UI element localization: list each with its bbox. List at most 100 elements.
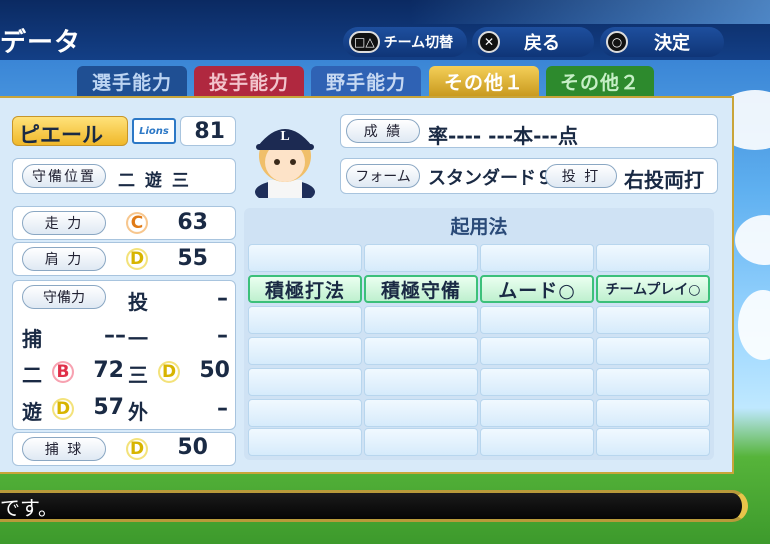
tab-label: その他２ — [559, 71, 640, 94]
skill-name: 積極守備 — [380, 279, 461, 302]
tab-other-1[interactable]: その他１ — [429, 66, 539, 96]
svg-text:L: L — [280, 129, 289, 144]
tab-bar: ◀L 選手能力 投手能力 野手能力 その他１ その他２ R▶ — [0, 66, 770, 158]
skill-slot-empty — [596, 368, 710, 396]
team-logo: Lions — [132, 118, 176, 144]
skill-slot-empty — [596, 428, 710, 456]
record-label: 成 績 — [346, 119, 420, 143]
skill-slot-empty — [480, 399, 594, 427]
fielding-grade-short: D — [52, 398, 74, 420]
skill-slot-empty — [596, 306, 710, 334]
fielding-pos-outfield: 外 — [128, 400, 148, 424]
positions-value: 二 遊 三 — [118, 171, 191, 191]
back-label: 戻る — [524, 33, 560, 54]
change-team-label: チーム切替 — [383, 35, 454, 51]
skill-slot-empty — [248, 337, 362, 365]
skill-slot-empty — [364, 428, 478, 456]
fielding-grade-third: D — [158, 361, 180, 383]
skill-slot-active[interactable]: 積極守備 — [364, 275, 478, 303]
skill-slot-empty — [364, 244, 478, 272]
skill-slot-empty — [596, 399, 710, 427]
skill-slot-empty — [364, 399, 478, 427]
fielding-label: 守備力 — [22, 285, 106, 309]
confirm-label: 決定 — [654, 33, 690, 54]
fielding-value-catcher: –– — [104, 323, 126, 348]
tab-fielder-stats[interactable]: 野手能力 — [311, 66, 421, 96]
skill-slot-empty — [480, 244, 594, 272]
tab-label: 投手能力 — [208, 71, 289, 94]
lions-logo-icon: Lions — [139, 125, 169, 137]
throw-bat-value: 右投両打 — [624, 168, 704, 192]
skill-slot-empty — [248, 368, 362, 396]
uniform-number: 81 — [194, 119, 225, 144]
record-value: 率---- ---本---点 — [428, 124, 578, 148]
fielding-grade-second: B — [52, 361, 74, 383]
skill-slot-empty — [480, 428, 594, 456]
skill-name: ムード○ — [498, 279, 576, 302]
square-triangle-icon: □△ — [349, 31, 380, 53]
fielding-value-second: 72 — [93, 358, 124, 383]
confirm-button[interactable]: ○ 決定 — [600, 27, 724, 57]
fielding-pos-catcher: 捕 — [22, 327, 42, 351]
tab-pitcher-stats[interactable]: 投手能力 — [194, 66, 304, 96]
catching-label: 捕 球 — [22, 437, 106, 461]
fielding-pos-short: 遊 — [22, 400, 42, 424]
tab-label: その他１ — [443, 71, 524, 94]
tab-label: 選手能力 — [91, 71, 172, 94]
cross-icon: ✕ — [478, 31, 500, 53]
back-button[interactable]: ✕ 戻る — [472, 27, 594, 57]
fielding-pos-first: 一 — [128, 327, 148, 351]
tab-other-2[interactable]: その他２ — [546, 66, 654, 96]
fielding-pos-pitcher: 投 — [128, 290, 148, 314]
top-bar-highlight — [410, 0, 770, 24]
skills-panel: 起用法 積極打法 積極守備 ムード○ チームプレイ○ — [244, 208, 714, 460]
throw-bat-label: 投 打 — [545, 164, 617, 188]
form-label: フォーム — [346, 164, 420, 188]
skill-slot-empty — [364, 306, 478, 334]
speed-label: 走 力 — [22, 211, 106, 235]
circle-icon: ○ — [606, 31, 628, 53]
tab-batter-stats[interactable]: 選手能力 — [77, 66, 187, 96]
arm-grade: D — [126, 248, 148, 270]
skill-slot-empty — [364, 368, 478, 396]
skill-slot-active[interactable]: チームプレイ○ — [596, 275, 710, 303]
skill-slot-empty — [248, 306, 362, 334]
player-name-box: ピエール — [12, 116, 128, 147]
fielding-value-first: – — [217, 323, 228, 348]
message-text: です。 — [0, 495, 58, 520]
change-team-button[interactable]: □△ チーム切替 — [343, 27, 467, 57]
screen-title: データ — [0, 28, 82, 58]
skill-slot-empty — [480, 337, 594, 365]
uniform-number-box: 81 — [180, 116, 236, 146]
skill-slot-active[interactable]: 積極打法 — [248, 275, 362, 303]
catching-grade: D — [126, 438, 148, 460]
skill-slot-empty — [248, 244, 362, 272]
fielding-value-third: 50 — [199, 358, 230, 383]
player-name: ピエール — [19, 123, 103, 147]
player-avatar: L — [255, 129, 315, 198]
skill-slot-empty — [248, 428, 362, 456]
catching-value: 50 — [177, 435, 208, 460]
skill-slot-empty — [364, 337, 478, 365]
fielding-pos-second: 二 — [22, 363, 42, 387]
skill-slot-empty — [248, 399, 362, 427]
positions-label: 守備位置 — [22, 164, 106, 188]
message-box: です。 — [0, 490, 748, 522]
arm-label: 肩 力 — [22, 247, 106, 271]
skill-slot-empty — [480, 368, 594, 396]
skill-slot-empty — [596, 337, 710, 365]
speed-value: 63 — [177, 210, 208, 235]
speed-grade: C — [126, 212, 148, 234]
skill-slot-empty — [480, 306, 594, 334]
skill-slot-empty — [596, 244, 710, 272]
top-bar: データ □△ チーム切替 ✕ 戻る ○ 決定 — [0, 0, 770, 60]
skill-name: チームプレイ○ — [605, 282, 701, 298]
fielding-value-outfield: – — [217, 396, 228, 421]
skills-header: 起用法 — [450, 216, 508, 238]
fielding-value-short: 57 — [93, 395, 124, 420]
tab-label: 野手能力 — [325, 71, 406, 94]
fielding-value-pitcher: – — [217, 286, 228, 311]
skill-name: 積極打法 — [264, 279, 345, 302]
fielding-pos-third: 三 — [128, 363, 148, 387]
skill-slot-active[interactable]: ムード○ — [480, 275, 594, 303]
